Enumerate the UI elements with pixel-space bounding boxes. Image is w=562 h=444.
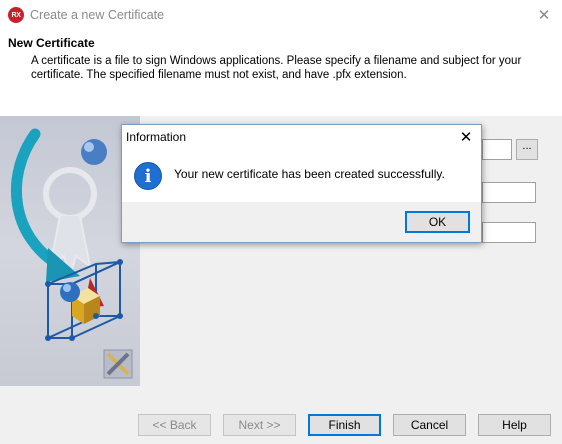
certificate-illustration: [11, 128, 133, 379]
window-title: Create a new Certificate: [30, 8, 165, 22]
password-field[interactable]: [482, 222, 536, 243]
blue-ball-highlight: [63, 284, 71, 292]
window-titlebar: RX Create a new Certificate ✕: [0, 0, 562, 31]
window-close-icon[interactable]: ✕: [532, 4, 556, 26]
next-button[interactable]: Next >>: [223, 414, 296, 436]
wizard-side-illustration: [0, 116, 140, 386]
back-button[interactable]: << Back: [138, 414, 211, 436]
finish-button[interactable]: Finish: [308, 414, 381, 436]
filename-field[interactable]: [482, 139, 512, 160]
blue-ball: [60, 282, 80, 302]
browse-button[interactable]: ...: [516, 139, 538, 160]
dialog-message: Your new certificate has been created su…: [174, 167, 445, 181]
dialog-body: i Your new certificate has been created …: [122, 149, 481, 202]
dialog-close-icon[interactable]: ✕: [455, 127, 477, 147]
ok-button[interactable]: OK: [405, 211, 470, 233]
help-button[interactable]: Help: [478, 414, 551, 436]
page-title: New Certificate: [8, 36, 95, 50]
sphere-highlight: [84, 142, 94, 152]
app-logo-icon: RX: [8, 7, 24, 23]
ribbon-ring: [43, 167, 97, 221]
wizard-header: New Certificate A certificate is a file …: [0, 31, 562, 116]
dialog-title: Information: [126, 130, 187, 144]
info-icon: i: [134, 162, 162, 190]
subject-field[interactable]: [482, 182, 536, 203]
dialog-titlebar: Information ✕: [122, 125, 481, 149]
information-dialog: Information ✕ i Your new certificate has…: [121, 124, 482, 243]
sphere-shape: [81, 139, 107, 165]
page-description: A certificate is a file to sign Windows …: [31, 55, 522, 81]
certificate-wizard-window: RX Create a new Certificate ✕ New Certif…: [0, 0, 562, 444]
cancel-button[interactable]: Cancel: [393, 414, 466, 436]
